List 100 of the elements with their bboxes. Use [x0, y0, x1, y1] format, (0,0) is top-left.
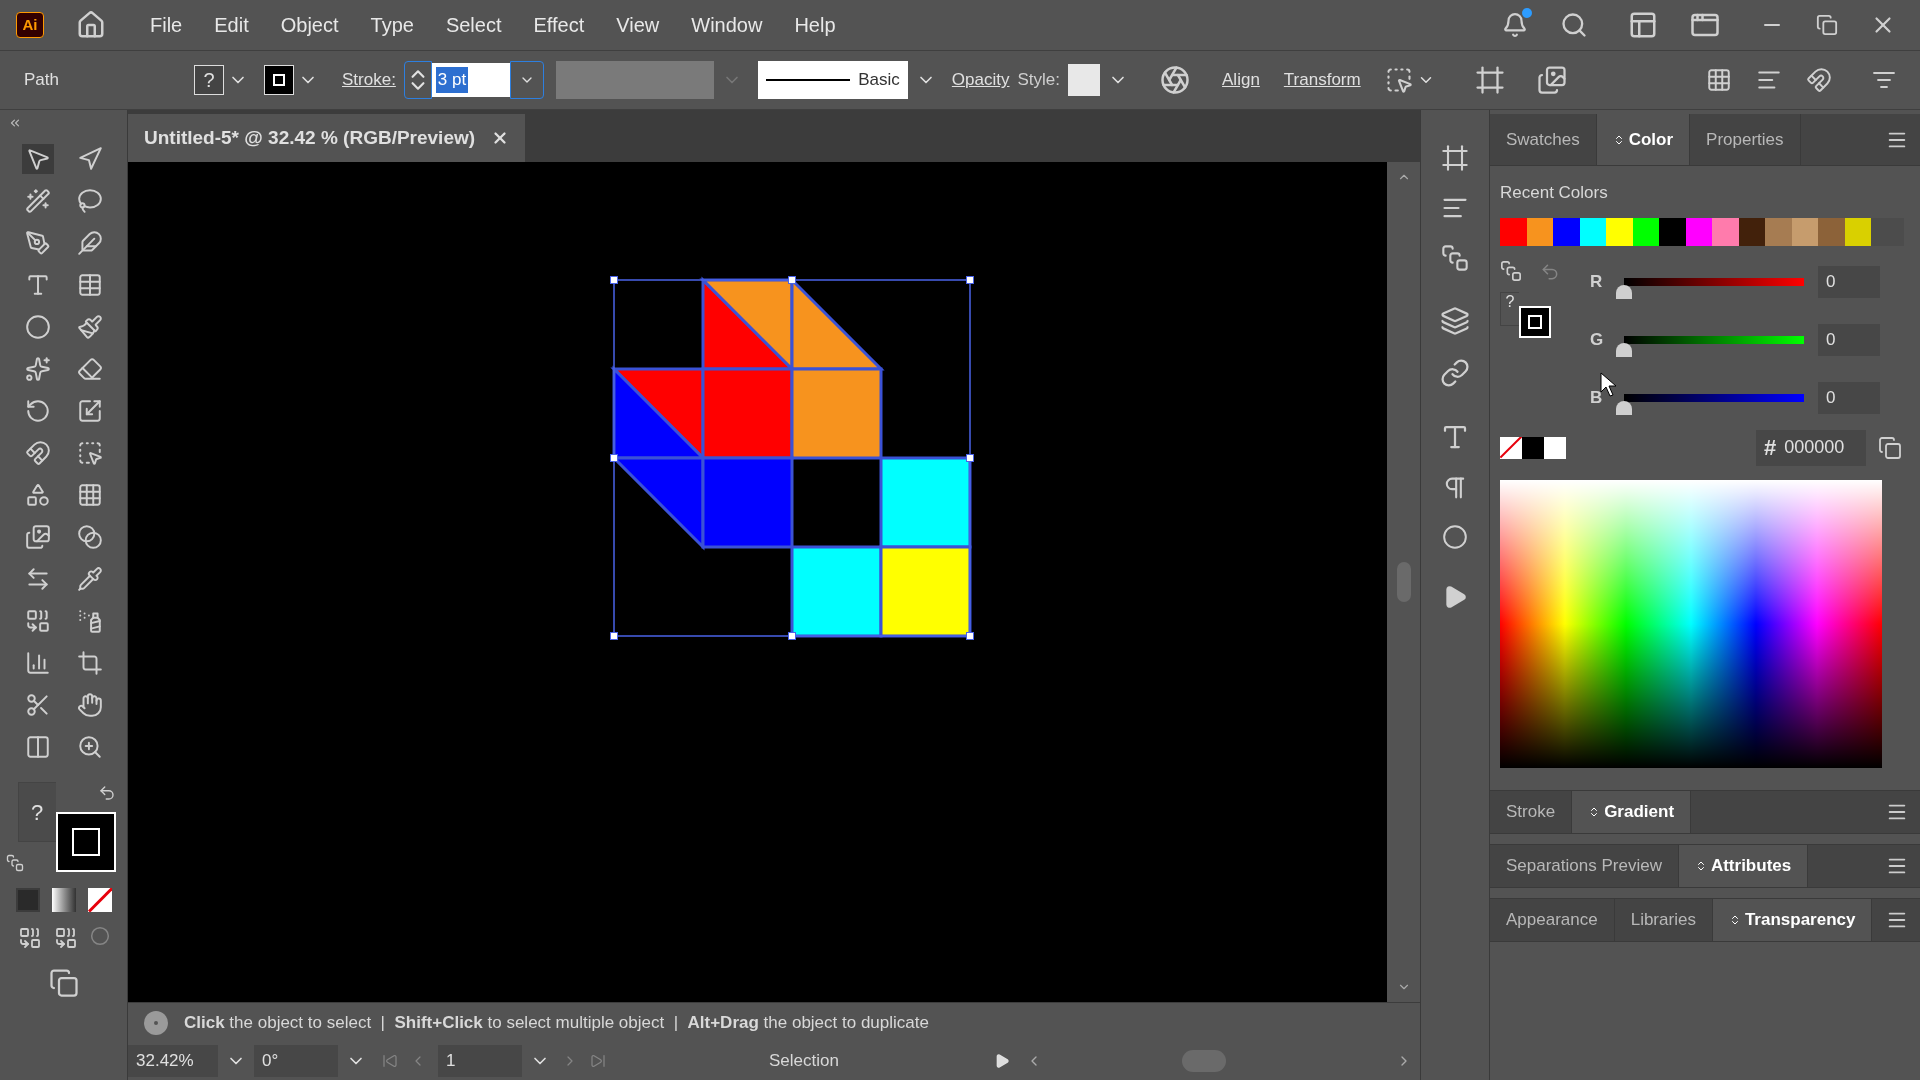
panel-tab[interactable]: Attributes: [1678, 844, 1809, 887]
menu-item[interactable]: Help: [782, 10, 848, 40]
zoom-field[interactable]: 32.42%: [128, 1045, 218, 1077]
color-swatch[interactable]: [1738, 217, 1765, 246]
notification-bell-icon[interactable]: [1502, 12, 1528, 38]
panel-tab[interactable]: Color: [1596, 114, 1691, 165]
menu-item[interactable]: File: [138, 10, 195, 40]
brush-definition-dropdown[interactable]: Basic: [757, 61, 908, 99]
scale-icon[interactable]: [76, 398, 103, 424]
panel-link[interactable]: Align: [1222, 67, 1260, 93]
none-mode-button[interactable]: [87, 888, 112, 912]
transform-options-icon[interactable]: [1384, 66, 1413, 94]
ellipse-icon[interactable]: [24, 314, 51, 340]
color-swatch[interactable]: [1606, 217, 1633, 246]
links-icon[interactable]: [1440, 358, 1470, 388]
app-logo[interactable]: Ai: [16, 12, 44, 38]
color-swatch[interactable]: [1526, 217, 1553, 246]
play-icon[interactable]: [994, 1053, 1010, 1069]
panel-tab[interactable]: Transparency: [1712, 898, 1873, 941]
stepper-icon[interactable]: [403, 61, 432, 99]
opacity-link[interactable]: Opacity: [951, 67, 1010, 93]
panel-link[interactable]: Transform: [1283, 67, 1361, 93]
lasso-icon[interactable]: [76, 188, 103, 214]
arrow-icon[interactable]: [76, 146, 103, 172]
brush-icon[interactable]: [76, 314, 103, 340]
slider-thumb[interactable]: [1616, 400, 1632, 415]
recolor-icon[interactable]: [1160, 65, 1191, 95]
menu-item[interactable]: Type: [358, 10, 426, 40]
style-label: Style:: [1017, 69, 1061, 92]
eyedropper-icon[interactable]: [76, 566, 103, 592]
bar-chart-icon[interactable]: [24, 650, 51, 676]
channel-value-field[interactable]: 0: [1818, 265, 1880, 298]
rotation-field[interactable]: 0°: [254, 1045, 338, 1077]
collapse-icon[interactable]: [8, 116, 22, 130]
sprayer-icon[interactable]: [76, 608, 103, 634]
zoom-icon[interactable]: [76, 734, 103, 760]
color-swatch[interactable]: [1712, 217, 1739, 246]
slider-thumb[interactable]: [1616, 284, 1632, 299]
hex-field[interactable]: # 000000: [1756, 429, 1866, 466]
chevron-down-icon[interactable]: [509, 61, 544, 99]
color-swatch[interactable]: [1500, 217, 1527, 246]
slider-thumb[interactable]: [1616, 342, 1632, 357]
wand-icon[interactable]: [24, 188, 51, 214]
artboard-field[interactable]: 1: [438, 1045, 522, 1077]
perspective-grid-icon[interactable]: [76, 482, 103, 508]
color-swatch[interactable]: [1659, 217, 1686, 246]
menu-item[interactable]: Window: [679, 10, 775, 40]
layers-icon[interactable]: [1440, 306, 1470, 336]
eraser-icon[interactable]: [76, 356, 103, 382]
copy-icon[interactable]: [1878, 435, 1902, 460]
color-swatch[interactable]: [1579, 217, 1606, 246]
color-mode-button[interactable]: [15, 888, 40, 912]
stroke-swatch[interactable]: [264, 65, 294, 95]
stroke-weight-field[interactable]: 3 pt: [431, 63, 510, 97]
stroke-label[interactable]: Stroke:: [342, 67, 396, 93]
swap-icon[interactable]: [97, 784, 116, 802]
menu-item[interactable]: View: [604, 10, 672, 40]
restore-icon[interactable]: [1816, 14, 1838, 36]
channel-value-field[interactable]: 0: [1818, 381, 1880, 414]
hand-icon[interactable]: [76, 692, 103, 718]
canvas[interactable]: [128, 162, 1387, 1002]
home-icon[interactable]: [76, 10, 106, 40]
knife-icon[interactable]: [24, 692, 51, 718]
workspace-icon[interactable]: [1628, 10, 1658, 40]
rotate-icon[interactable]: [24, 398, 51, 424]
menu-item[interactable]: Select: [433, 10, 514, 40]
fill-swatch[interactable]: ?: [17, 782, 56, 842]
color-swatch[interactable]: [1791, 217, 1818, 246]
artboard-icon[interactable]: [76, 650, 103, 676]
document-tab[interactable]: Untitled-5* @ 32.42 % (RGB/Preview): [128, 114, 526, 162]
color-swatch[interactable]: [1844, 217, 1871, 246]
search-icon[interactable]: [1560, 11, 1588, 39]
fill-swatch[interactable]: ?: [194, 65, 224, 95]
menu-item[interactable]: Edit: [202, 10, 261, 40]
color-swatch[interactable]: [1685, 217, 1712, 246]
color-swatch[interactable]: [1632, 217, 1659, 246]
pen-icon[interactable]: [24, 230, 51, 256]
preset-swatch[interactable]: [1522, 436, 1544, 459]
gradient-mode-button[interactable]: [51, 888, 76, 912]
style-swatch[interactable]: [1068, 64, 1101, 96]
grid-icon[interactable]: [76, 272, 103, 298]
color-swatch[interactable]: [1765, 217, 1792, 246]
channel-value-field[interactable]: 0: [1818, 323, 1880, 356]
preset-swatch[interactable]: [1544, 436, 1566, 459]
panel-tab[interactable]: Gradient: [1572, 790, 1692, 833]
color-spectrum[interactable]: [1500, 479, 1882, 768]
variable-width-field[interactable]: [555, 61, 714, 99]
image-trace-icon[interactable]: [1536, 65, 1567, 95]
free-transform-icon[interactable]: [76, 440, 103, 466]
curvature-pen-icon[interactable]: [76, 230, 103, 256]
artwork-drawing[interactable]: [610, 276, 974, 640]
menu-item[interactable]: Effect: [521, 10, 597, 40]
shape-builder-icon[interactable]: [24, 482, 51, 508]
help-icon[interactable]: [144, 1010, 168, 1035]
color-swatch[interactable]: [1818, 217, 1845, 246]
menu-item[interactable]: Object: [268, 10, 351, 40]
none-swatch[interactable]: [1500, 436, 1522, 459]
artboards-icon[interactable]: [1441, 144, 1469, 172]
current-tool-label: Selection: [768, 1050, 840, 1073]
color-swatch[interactable]: [1553, 217, 1580, 246]
